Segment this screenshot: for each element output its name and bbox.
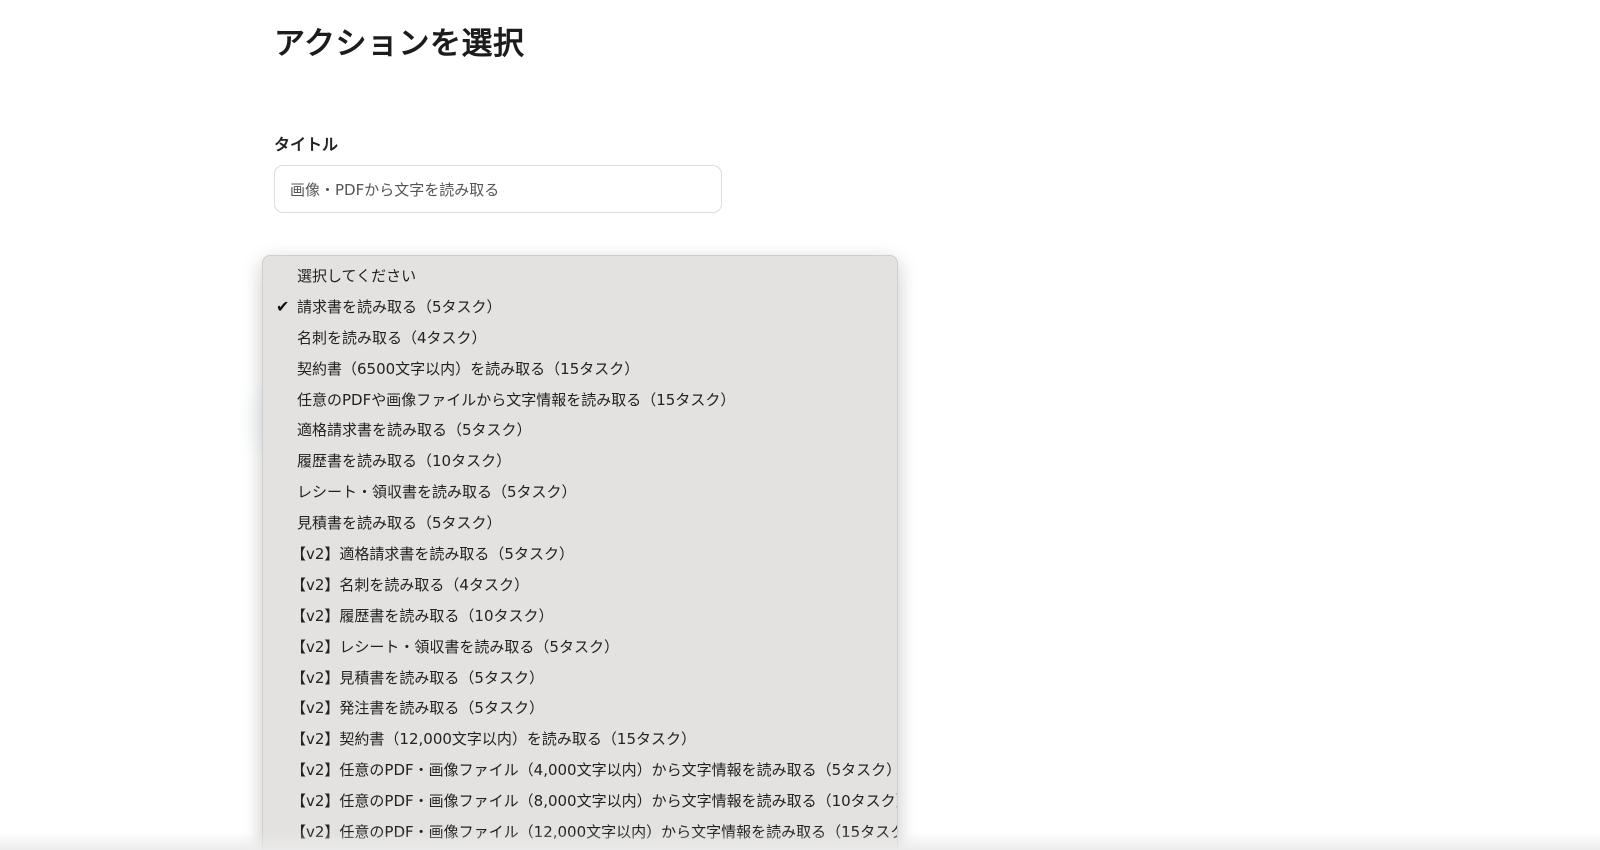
option-label: 【v2】任意のPDF・画像ファイル（12,000文字以内）から文字情報を読み取る…	[291, 823, 898, 842]
dropdown-option[interactable]: 任意のPDFや画像ファイルから文字情報を読み取る（15タスク）	[263, 385, 897, 416]
page-title: アクションを選択	[274, 26, 525, 62]
dropdown-option[interactable]: 【v2】発注書を読み取る（5タスク）	[263, 693, 897, 724]
option-label: 契約書（6500文字以内）を読み取る（15タスク）	[297, 359, 640, 378]
dropdown-option-selected[interactable]: ✔ 請求書を読み取る（5タスク）	[263, 292, 897, 323]
option-label: 【v2】任意のPDF・画像ファイル（8,000文字以内）から文字情報を読み取る（…	[291, 792, 898, 811]
option-label: 【v2】名刺を読み取る（4タスク）	[291, 575, 529, 594]
dropdown-option[interactable]: 【v2】任意のPDF・画像ファイル（8,000文字以内）から文字情報を読み取る（…	[263, 786, 897, 817]
dropdown-option[interactable]: 名刺を読み取る（4タスク）	[263, 323, 897, 354]
page: アクションを選択 タイトル 選択してください ✔ 請求書を読み取る（5タスク） 名…	[0, 0, 1600, 850]
dropdown-option[interactable]: 【v2】履歴書を読み取る（10タスク）	[263, 601, 897, 632]
dropdown-option[interactable]: 見積書を読み取る（5タスク）	[263, 508, 897, 539]
option-label: 適格請求書を読み取る（5タスク）	[297, 421, 532, 440]
action-options-list: 選択してください ✔ 請求書を読み取る（5タスク） 名刺を読み取る（4タスク） 契…	[263, 256, 897, 848]
option-label: 任意のPDFや画像ファイルから文字情報を読み取る（15タスク）	[297, 390, 736, 409]
dropdown-option[interactable]: 【v2】契約書（12,000文字以内）を読み取る（15タスク）	[263, 724, 897, 755]
dropdown-option[interactable]: 履歴書を読み取る（10タスク）	[263, 446, 897, 477]
option-label: 名刺を読み取る（4タスク）	[297, 328, 487, 347]
title-input[interactable]	[274, 165, 722, 213]
option-label: 【v2】レシート・領収書を読み取る（5タスク）	[291, 637, 619, 656]
dropdown-option[interactable]: 契約書（6500文字以内）を読み取る（15タスク）	[263, 354, 897, 385]
action-field-label-hidden	[274, 247, 314, 255]
dropdown-option[interactable]: レシート・領収書を読み取る（5タスク）	[263, 477, 897, 508]
option-label: 【v2】履歴書を読み取る（10タスク）	[291, 606, 554, 625]
option-label: 【v2】適格請求書を読み取る（5タスク）	[291, 545, 574, 564]
dropdown-option[interactable]: 【v2】適格請求書を読み取る（5タスク）	[263, 539, 897, 570]
check-icon: ✔	[276, 296, 290, 316]
action-dropdown-menu[interactable]: 選択してください ✔ 請求書を読み取る（5タスク） 名刺を読み取る（4タスク） 契…	[262, 255, 898, 850]
dropdown-option[interactable]: 選択してください	[263, 261, 897, 292]
dropdown-option[interactable]: 【v2】見積書を読み取る（5タスク）	[263, 663, 897, 694]
option-label: 請求書を読み取る（5タスク）	[297, 297, 502, 316]
dropdown-option[interactable]: 【v2】名刺を読み取る（4タスク）	[263, 570, 897, 601]
option-label: 【v2】発注書を読み取る（5タスク）	[291, 699, 544, 718]
dropdown-option[interactable]: 【v2】任意のPDF・画像ファイル（4,000文字以内）から文字情報を読み取る（…	[263, 755, 897, 786]
option-label: 【v2】任意のPDF・画像ファイル（4,000文字以内）から文字情報を読み取る（…	[291, 761, 898, 780]
option-label: レシート・領収書を読み取る（5タスク）	[297, 483, 577, 502]
option-label: 選択してください	[297, 267, 417, 285]
option-label: 見積書を読み取る（5タスク）	[297, 514, 502, 533]
title-field-label: タイトル	[274, 135, 339, 154]
dropdown-option[interactable]: 【v2】レシート・領収書を読み取る（5タスク）	[263, 632, 897, 663]
option-label: 履歴書を読み取る（10タスク）	[297, 452, 512, 471]
dropdown-option[interactable]: 【v2】任意のPDF・画像ファイル（12,000文字以内）から文字情報を読み取る…	[263, 817, 897, 848]
dropdown-option[interactable]: 適格請求書を読み取る（5タスク）	[263, 415, 897, 446]
option-label: 【v2】見積書を読み取る（5タスク）	[291, 668, 544, 687]
option-label: 【v2】契約書（12,000文字以内）を読み取る（15タスク）	[291, 730, 696, 749]
